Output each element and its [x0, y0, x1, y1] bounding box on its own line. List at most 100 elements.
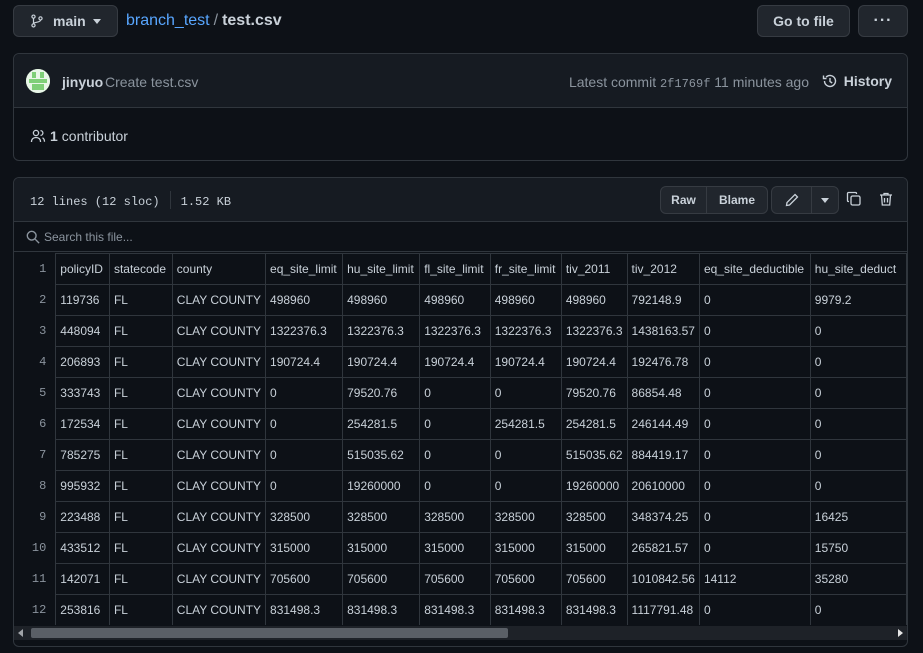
- table-cell: 19260000: [560, 470, 628, 502]
- table-cell: 831498.3: [560, 594, 628, 625]
- table-cell: CLAY COUNTY: [171, 408, 267, 440]
- commit-author-link[interactable]: jinyuo: [62, 74, 103, 90]
- table-row: 10 433512 FL CLAY COUNTY 315000 315000 315000 3…: [14, 532, 907, 564]
- table-cell: 328500: [489, 501, 562, 533]
- table-cell: 1322376.3: [489, 315, 562, 347]
- table-cell: 254281.5: [342, 408, 421, 440]
- table-cell: 0: [698, 439, 811, 471]
- identicon-icon: [26, 69, 50, 93]
- commit-time: 11 minutes ago: [714, 74, 809, 90]
- commit-sha-link[interactable]: 2f1769f: [660, 77, 710, 91]
- table-cell: 333743: [55, 377, 110, 409]
- avatar[interactable]: [26, 69, 50, 93]
- commit-message-link[interactable]: Create test.csv: [105, 74, 198, 90]
- latest-commit-label: Latest commit: [568, 74, 657, 90]
- line-number[interactable]: 9: [14, 501, 57, 533]
- commit-box: jinyuo Create test.csv Latest commit 2f1…: [13, 53, 908, 161]
- table-row: 11 142071 FL CLAY COUNTY 705600 705600 705600 7…: [14, 563, 907, 595]
- edit-file-button[interactable]: [772, 187, 812, 213]
- table-cell: 119736: [55, 284, 110, 316]
- breadcrumb: branch_test / test.csv: [126, 12, 282, 30]
- scroll-right-arrow[interactable]: [898, 629, 903, 637]
- table-cell: 0: [809, 408, 907, 440]
- history-link[interactable]: History: [822, 73, 892, 89]
- line-number[interactable]: 1: [14, 253, 57, 285]
- table-cell: FL: [108, 501, 173, 533]
- table-cell: 498960: [489, 284, 562, 316]
- line-number[interactable]: 5: [14, 377, 57, 409]
- table-cell: 884419.17: [626, 439, 700, 471]
- view-button-group: Raw Blame: [660, 186, 768, 214]
- latest-commit-row: jinyuo Create test.csv Latest commit 2f1…: [14, 54, 907, 108]
- table-cell: 0: [809, 594, 907, 625]
- copy-icon[interactable]: [846, 191, 862, 207]
- breadcrumb-repo-link[interactable]: branch_test: [126, 12, 210, 29]
- table-cell: 0: [698, 408, 811, 440]
- table-cell: 315000: [265, 532, 344, 564]
- file-search-row: [14, 222, 907, 252]
- table-cell: 0: [419, 377, 491, 409]
- table-row: 3 448094 FL CLAY COUNTY 1322376.3 1322376.3 13…: [14, 315, 907, 347]
- table-row: 4 206893 FL CLAY COUNTY 190724.4 190724.4 1907…: [14, 346, 907, 378]
- table-cell: 705600: [560, 563, 628, 595]
- table-cell: 1322376.3: [560, 315, 628, 347]
- table-cell: 498960: [342, 284, 421, 316]
- table-cell: 433512: [55, 532, 110, 564]
- commit-meta: Latest commit 2f1769f 11 minutes ago: [569, 74, 809, 91]
- table-cell: 1438163.57: [626, 315, 700, 347]
- table-cell: 0: [698, 470, 811, 502]
- table-cell: 315000: [560, 532, 628, 564]
- line-number[interactable]: 3: [14, 315, 57, 347]
- go-to-file-button[interactable]: Go to file: [757, 5, 850, 37]
- table-cell: 0: [698, 501, 811, 533]
- line-number[interactable]: 6: [14, 408, 57, 440]
- table-cell: 498960: [265, 284, 344, 316]
- table-cell: 0: [419, 439, 491, 471]
- more-options-button[interactable]: ···: [858, 5, 908, 37]
- column-header: county: [171, 253, 267, 285]
- search-file-input[interactable]: [44, 227, 864, 247]
- table-cell: 0: [698, 315, 811, 347]
- file-box: 12 lines (12 sloc) 1.52 KB Raw Blame 1 po…: [13, 177, 908, 647]
- branch-select-button[interactable]: main: [13, 5, 118, 37]
- line-number[interactable]: 2: [14, 284, 57, 316]
- table-cell: 0: [419, 470, 491, 502]
- horizontal-scrollbar[interactable]: [14, 626, 907, 640]
- table-cell: FL: [108, 377, 173, 409]
- line-number[interactable]: 7: [14, 439, 57, 471]
- line-number[interactable]: 10: [14, 532, 57, 564]
- table-cell: 192476.78: [626, 346, 700, 378]
- table-cell: 1117791.48: [626, 594, 700, 625]
- line-number[interactable]: 11: [14, 563, 57, 595]
- table-row: 9 223488 FL CLAY COUNTY 328500 328500 328500 32…: [14, 501, 907, 533]
- contributors-link[interactable]: 1 contributor: [30, 128, 128, 144]
- table-cell: FL: [108, 284, 173, 316]
- table-cell: 0: [809, 439, 907, 471]
- table-cell: 705600: [419, 563, 491, 595]
- table-cell: 190724.4: [342, 346, 421, 378]
- trash-icon[interactable]: [878, 191, 894, 207]
- scroll-left-arrow[interactable]: [18, 629, 23, 637]
- line-number[interactable]: 8: [14, 470, 57, 502]
- caret-down-icon: [821, 197, 829, 203]
- table-cell: 254281.5: [560, 408, 628, 440]
- line-number[interactable]: 4: [14, 346, 57, 378]
- csv-table-container: 1 policyID statecode county eq_site_limi…: [14, 253, 907, 625]
- table-cell: 328500: [419, 501, 491, 533]
- table-cell: 0: [265, 470, 344, 502]
- blame-button[interactable]: Blame: [707, 187, 767, 213]
- file-size: 1.52 KB: [180, 195, 232, 210]
- line-number[interactable]: 12: [14, 594, 57, 625]
- table-cell: 0: [698, 346, 811, 378]
- scrollbar-thumb[interactable]: [31, 628, 508, 638]
- table-cell: 0: [809, 346, 907, 378]
- raw-button[interactable]: Raw: [661, 187, 707, 213]
- table-cell: 172534: [55, 408, 110, 440]
- table-cell: 16425: [809, 501, 907, 533]
- table-cell: 1322376.3: [265, 315, 344, 347]
- table-cell: 0: [265, 439, 344, 471]
- column-header: tiv_2011: [560, 253, 628, 285]
- table-cell: 448094: [55, 315, 110, 347]
- table-cell: 831498.3: [265, 594, 344, 625]
- edit-dropdown-button[interactable]: [812, 187, 838, 213]
